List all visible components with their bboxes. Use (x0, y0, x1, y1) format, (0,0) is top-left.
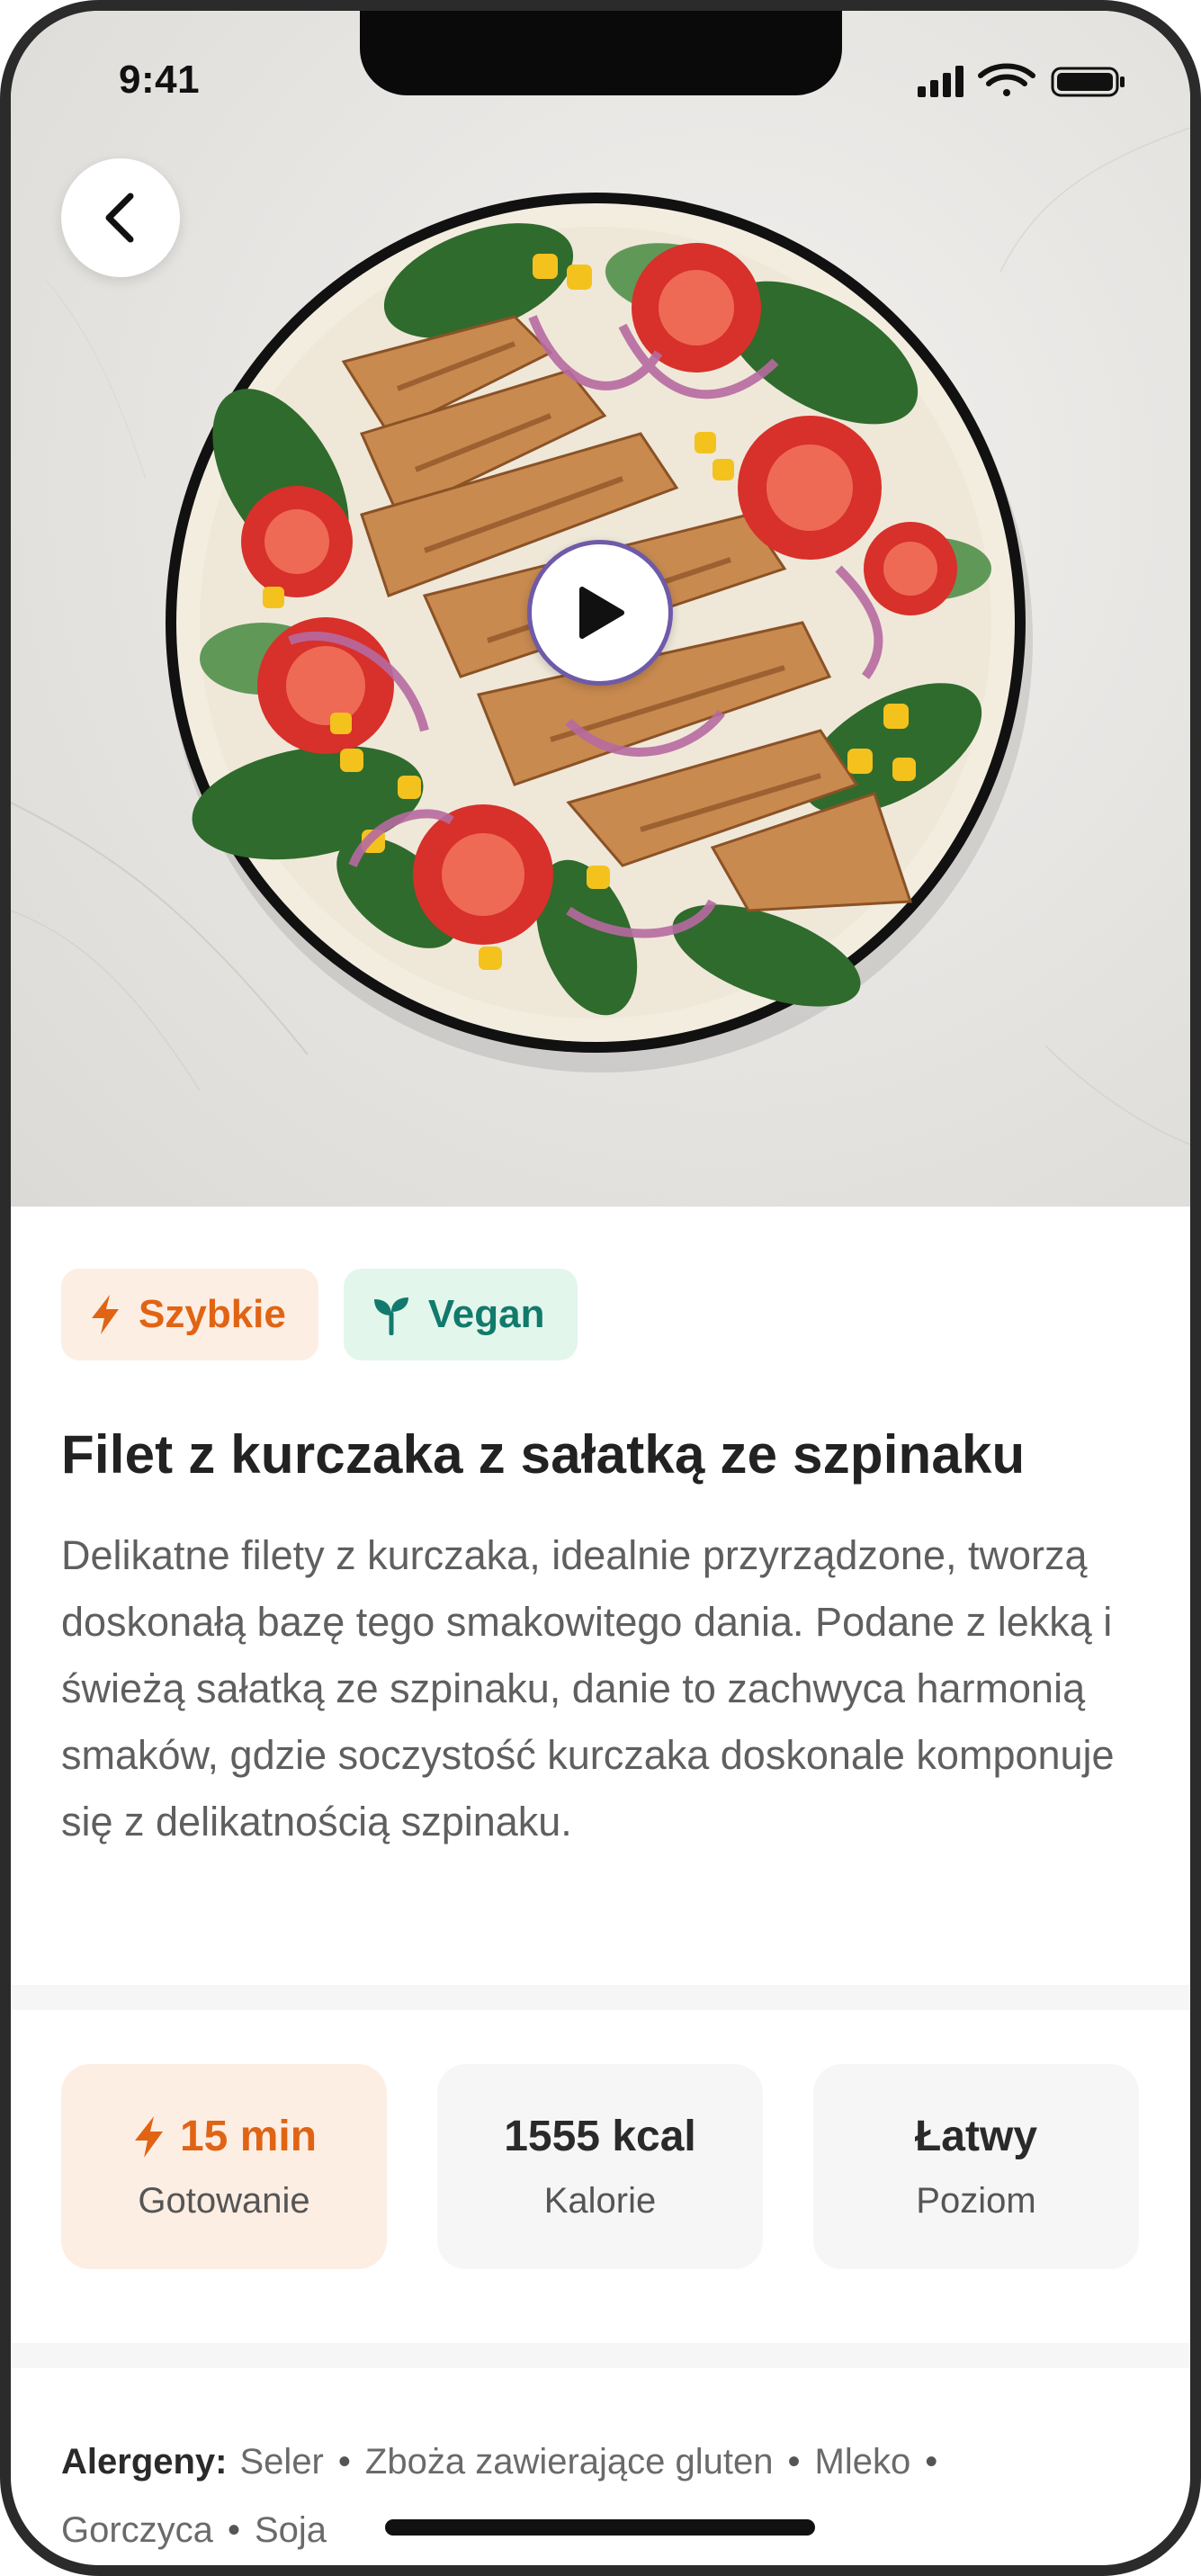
screen: 9:41 Szybkie Vegan Filet z kurczaka z sa… (11, 11, 1190, 2565)
stat-label: Kalorie (543, 2181, 657, 2221)
stat-value: 1555 kcal (504, 2113, 696, 2160)
device-notch (360, 11, 842, 95)
section-divider (11, 2343, 1190, 2368)
battery-icon (1051, 67, 1125, 97)
recipe-stats: 15 min Gotowanie 1555 kcal Kalorie Łatwy… (61, 2064, 1139, 2269)
play-video-button[interactable] (527, 540, 673, 686)
tag-label: Vegan (427, 1292, 545, 1336)
stat-cooking-time: 15 min Gotowanie (61, 2064, 387, 2269)
allergens-label: Alergeny: (61, 2442, 228, 2482)
recipe-tags: Szybkie Vegan (61, 1269, 578, 1360)
allergen-item: Zboża zawierające gluten (364, 2442, 774, 2482)
signal-icon (918, 66, 963, 97)
back-button[interactable] (61, 158, 180, 277)
recipe-title: Filet z kurczaka z sałatką ze szpinaku (61, 1424, 1026, 1485)
chevron-left-icon (105, 193, 134, 243)
tag-quick: Szybkie (61, 1269, 318, 1360)
stat-calories: 1555 kcal Kalorie (437, 2064, 763, 2269)
allergen-item: Soja (254, 2510, 327, 2550)
status-time: 9:41 (119, 58, 201, 102)
stat-difficulty: Łatwy Poziom (813, 2064, 1139, 2269)
allergens-list: Alergeny: Seler • Zboża zawierające gluten •… (61, 2442, 938, 2550)
stat-label: Poziom (916, 2181, 1036, 2221)
lightning-icon (92, 1295, 119, 1334)
sprout-icon (373, 1297, 408, 1335)
home-indicator[interactable] (385, 2519, 815, 2536)
tag-label: Szybkie (139, 1292, 286, 1336)
tag-vegan: Vegan (343, 1269, 578, 1360)
allergen-item: Gorczyca (61, 2510, 213, 2550)
recipe-description: Delikatne filety z kurczaka, idealnie pr… (61, 1532, 1115, 1844)
allergen-item: Seler (239, 2442, 324, 2482)
phone-frame: 9:41 Szybkie Vegan Filet z kurczaka z sa… (0, 0, 1201, 2576)
play-icon (579, 587, 624, 639)
wifi-icon (978, 63, 1035, 96)
status-icons (918, 63, 1134, 103)
stat-label: Gotowanie (138, 2181, 310, 2221)
lightning-icon (134, 2115, 163, 2158)
allergen-item: Mleko (814, 2442, 911, 2482)
section-divider (11, 1985, 1190, 2010)
stat-value: Łatwy (914, 2113, 1038, 2160)
stat-value: 15 min (179, 2113, 318, 2160)
